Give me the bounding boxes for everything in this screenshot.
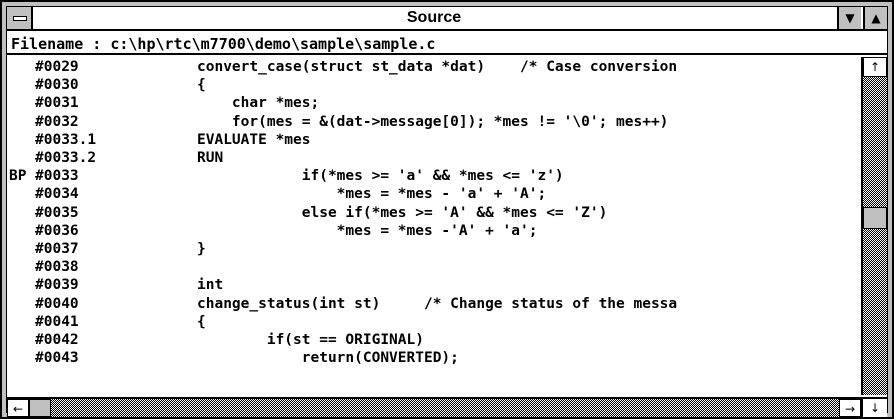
code-line[interactable]: #0030 { bbox=[7, 77, 859, 94]
vertical-scrollbar[interactable]: ↑ bbox=[861, 57, 887, 395]
source-text: if(*mes >= 'a' && *mes <= 'z') bbox=[197, 168, 564, 185]
source-text: *mes = *mes - 'a' + 'A'; bbox=[197, 186, 547, 203]
system-menu-button[interactable] bbox=[7, 7, 33, 29]
code-line[interactable]: #0035 else if(*mes >= 'A' && *mes <= 'Z'… bbox=[7, 205, 859, 222]
code-line[interactable]: #0042 if(st == ORIGINAL) bbox=[7, 332, 859, 349]
source-text: { bbox=[197, 313, 206, 330]
line-number: #0031 bbox=[35, 95, 79, 112]
filename-label: Filename : c:\hp\rtc\m7700\demo\sample\s… bbox=[7, 33, 887, 55]
source-text: EVALUATE *mes bbox=[197, 131, 311, 148]
source-text: for(mes = &(dat->message[0]); *mes != '\… bbox=[197, 113, 669, 130]
maximize-button[interactable]: ▲ bbox=[863, 7, 887, 29]
line-number: #0041 bbox=[35, 313, 79, 330]
line-number: #0038 bbox=[35, 259, 79, 276]
source-text: change_status(int st) /* Change status o… bbox=[197, 295, 678, 312]
window-title: Source bbox=[406, 9, 462, 26]
line-number: #0033.2 bbox=[35, 150, 97, 166]
line-number: #0039 bbox=[35, 277, 79, 294]
scroll-right-button[interactable]: → bbox=[839, 399, 861, 417]
source-text: convert_case(struct st_data *dat) /* Cas… bbox=[197, 59, 678, 75]
line-number: #0043 bbox=[35, 350, 79, 367]
source-text: int bbox=[197, 277, 224, 294]
line-number: #0034 bbox=[35, 186, 79, 203]
code-line[interactable]: #0037} bbox=[7, 241, 859, 258]
line-number: #0042 bbox=[35, 332, 79, 348]
code-line[interactable]: #0039 int bbox=[7, 277, 859, 294]
code-line[interactable]: #0029 convert_case(struct st_data *dat) /… bbox=[7, 59, 859, 76]
line-number: #0032 bbox=[35, 113, 79, 130]
horizontal-scroll-thumb[interactable] bbox=[29, 399, 51, 417]
title-bar[interactable]: Source ▼ ▲ bbox=[7, 7, 887, 31]
source-text: char *mes; bbox=[197, 95, 320, 112]
line-number: #0037 bbox=[35, 241, 79, 257]
line-number: #0033.1 bbox=[35, 131, 97, 148]
minimize-button[interactable]: ▼ bbox=[837, 7, 861, 29]
scroll-up-button[interactable]: ↑ bbox=[863, 57, 887, 77]
source-text: return(CONVERTED); bbox=[197, 350, 459, 367]
line-number: #0036 bbox=[35, 222, 79, 239]
source-text: { bbox=[197, 77, 206, 94]
line-number: #0030 bbox=[35, 77, 79, 94]
code-line[interactable]: #0036 *mes = *mes -'A' + 'a'; bbox=[7, 223, 859, 240]
code-line[interactable]: #0038 bbox=[7, 259, 859, 276]
vertical-scroll-thumb[interactable] bbox=[863, 207, 887, 229]
code-line[interactable]: #0032 for(mes = &(dat->message[0]); *mes… bbox=[7, 114, 859, 131]
system-menu-icon bbox=[13, 16, 27, 21]
source-text: *mes = *mes -'A' + 'a'; bbox=[197, 222, 538, 239]
source-code-view[interactable]: #0029 convert_case(struct st_data *dat) /… bbox=[7, 57, 859, 395]
scroll-down-button[interactable]: ↓ bbox=[861, 397, 887, 417]
line-number: #0040 bbox=[35, 295, 79, 312]
code-line[interactable]: #0033.2 RUN bbox=[7, 150, 859, 167]
code-line[interactable]: #0034 *mes = *mes - 'a' + 'A'; bbox=[7, 186, 859, 203]
line-number: #0033 bbox=[35, 168, 79, 185]
code-line[interactable]: BP #0033 if(*mes >= 'a' && *mes <= 'z') bbox=[7, 168, 859, 185]
source-text: RUN bbox=[197, 150, 224, 166]
code-line[interactable]: #0041 { bbox=[7, 314, 859, 331]
code-line[interactable]: #0033.1 EVALUATE *mes bbox=[7, 132, 859, 149]
line-number: #0035 bbox=[35, 204, 79, 221]
breakpoint-marker: BP bbox=[9, 168, 27, 185]
source-text: if(st == ORIGINAL) bbox=[197, 332, 424, 348]
source-text: else if(*mes >= 'A' && *mes <= 'Z') bbox=[197, 204, 608, 221]
horizontal-scrollbar[interactable]: ← → bbox=[7, 397, 861, 417]
source-text: } bbox=[197, 241, 206, 257]
source-window: Source ▼ ▲ Filename : c:\hp\rtc\m7700\de… bbox=[0, 0, 894, 419]
code-line[interactable]: #0040 change_status(int st) /* Change sta… bbox=[7, 296, 859, 313]
scroll-left-button[interactable]: ← bbox=[7, 399, 29, 417]
code-line[interactable]: #0031 char *mes; bbox=[7, 95, 859, 112]
code-line[interactable]: #0043 return(CONVERTED); bbox=[7, 350, 859, 367]
line-number: #0029 bbox=[35, 59, 79, 75]
